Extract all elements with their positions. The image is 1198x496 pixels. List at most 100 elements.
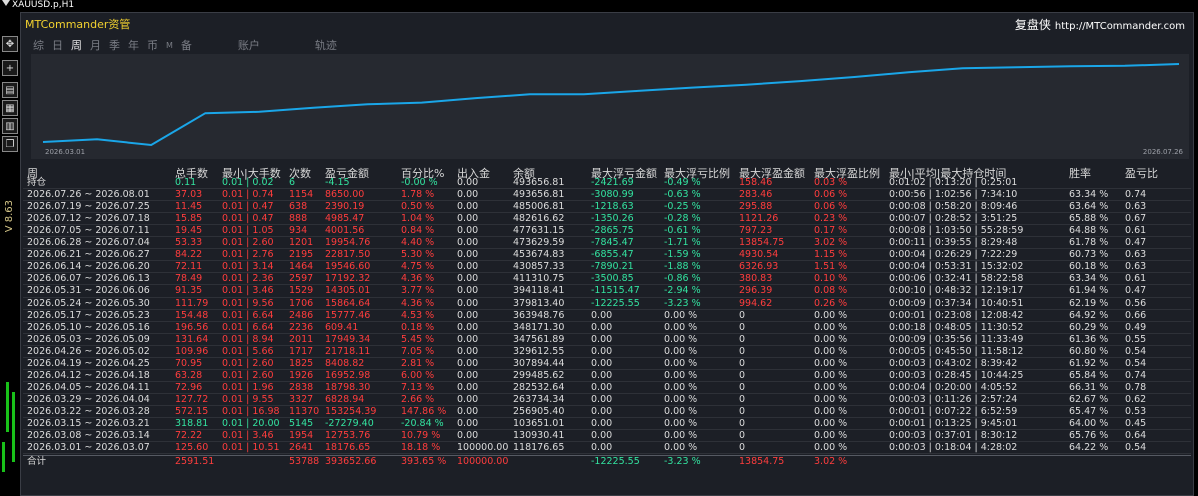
- table-row[interactable]: 2026.03.08 ~ 2026.03.14 72.22 0.01 | 3.46 1…: [23, 430, 1191, 443]
- cell-count: 638: [289, 201, 308, 213]
- tab-year[interactable]: 年: [128, 37, 139, 53]
- cell-minmax: 0.01 | 2.36: [222, 273, 274, 285]
- cell-pct: -20.84 %: [401, 418, 444, 429]
- cell-period: 2026.06.07 ~ 2026.06.13: [27, 273, 150, 285]
- cell-pl: 0.63: [1125, 249, 1147, 261]
- cell-hold: 0:00:05 | 0:45:50 | 11:58:12: [889, 345, 1024, 357]
- window-icon[interactable]: ❐: [2, 136, 18, 152]
- tab-currency[interactable]: 币: [147, 37, 158, 53]
- cell-mfl: 0.00: [591, 418, 613, 429]
- cell-mfp: 0: [739, 309, 746, 321]
- tab-account[interactable]: 账户: [238, 37, 260, 53]
- table-row[interactable]: 2026.06.28 ~ 2026.07.04 53.33 0.01 | 2.60 1…: [23, 237, 1191, 250]
- mt4-chart-title: XAUUSD.p,H1: [2, 0, 74, 11]
- table-row[interactable]: 2026.03.29 ~ 2026.04.04 127.72 0.01 | 9.55…: [23, 394, 1191, 406]
- open-positions-row[interactable]: 持仓 0.11 0.01 | 0.02 6 -4.15 -0.00 % 0.00 493656…: [23, 177, 1191, 190]
- cell-inout: 0.00: [457, 333, 479, 345]
- cell-win: 61.92 %: [1069, 357, 1109, 369]
- table-row[interactable]: 2026.03.22 ~ 2026.03.28 572.15 0.01 | 16.9…: [23, 405, 1191, 419]
- cell-lots: 84.22: [175, 249, 203, 261]
- cell-pct: 0.84 %: [401, 225, 435, 237]
- cell-lots: 111.79: [175, 297, 209, 309]
- cell-hold: 0:00:04 | 0:53:31 | 15:32:02: [889, 261, 1024, 273]
- table-row[interactable]: 2026.05.03 ~ 2026.05.09 131.64 0.01 | 8.94…: [23, 334, 1191, 346]
- cell-mfp: 1121.26: [739, 213, 779, 225]
- cell-count: 2195: [289, 249, 314, 261]
- cell-win: 61.94 %: [1069, 285, 1109, 297]
- cell-win: 60.29 %: [1069, 321, 1109, 333]
- cell-inout: 0.00: [457, 237, 479, 249]
- cell-count: 1464: [289, 261, 314, 273]
- layout-icon[interactable]: ▥: [2, 118, 18, 134]
- equity-chart-svg: [42, 63, 1180, 147]
- dropdown-triangle-icon[interactable]: [2, 0, 10, 6]
- cell-count: 1825: [289, 357, 314, 369]
- cell-pct: 3.77 %: [401, 285, 435, 297]
- table-row[interactable]: 2026.06.14 ~ 2026.06.20 72.11 0.01 | 3.14 1…: [23, 261, 1191, 274]
- brand-url-link[interactable]: http://MTCommander.com: [1055, 21, 1185, 32]
- cell-pct: 4.36 %: [401, 273, 435, 285]
- table-row[interactable]: 2026.03.15 ~ 2026.03.21 318.81 0.01 | 20.0…: [23, 418, 1191, 431]
- tab-month[interactable]: 月: [90, 37, 101, 53]
- grid-icon[interactable]: ▦: [2, 100, 18, 116]
- cell-lots: 19.45: [175, 225, 203, 237]
- tab-week[interactable]: 周: [71, 37, 82, 53]
- cell-balance: 348171.30: [513, 321, 565, 333]
- cell-win: 65.47 %: [1069, 405, 1109, 417]
- cell-pct: 4.40 %: [401, 237, 435, 249]
- cell-period: 2026.04.05 ~ 2026.04.11: [27, 381, 150, 393]
- total-pnl: 393652.66: [325, 456, 377, 468]
- cell-lots: 37.03: [175, 189, 203, 201]
- cell-period: 2026.05.10 ~ 2026.05.16: [27, 321, 150, 333]
- cell-mflp: 0.00 %: [664, 333, 698, 345]
- chart-icon[interactable]: ▤: [2, 82, 18, 98]
- cell-count: 1201: [289, 237, 314, 249]
- tab-day[interactable]: 日: [52, 37, 63, 53]
- cell-mfp: 380.83: [739, 273, 773, 285]
- table-row[interactable]: 2026.04.12 ~ 2026.04.18 63.28 0.01 | 2.60 1…: [23, 370, 1191, 382]
- cell-pct: 0.18 %: [401, 321, 435, 333]
- table-row[interactable]: 2026.07.26 ~ 2026.08.01 37.03 0.01 | 0.74 1…: [23, 189, 1191, 202]
- table-row[interactable]: 2026.04.05 ~ 2026.04.11 72.96 0.01 | 1.96 2…: [23, 382, 1191, 394]
- cell-pnl: -4.15: [325, 177, 350, 188]
- cell-win: 60.80 %: [1069, 345, 1109, 357]
- cell-pl: 0.63: [1125, 201, 1147, 213]
- table-row[interactable]: 2026.05.10 ~ 2026.05.16 196.56 0.01 | 6.64…: [23, 322, 1191, 334]
- table-row[interactable]: 2026.07.19 ~ 2026.07.25 11.45 0.01 | 0.47 6…: [23, 201, 1191, 214]
- cell-period: 2026.05.24 ~ 2026.05.30: [27, 297, 150, 309]
- cell-count: 2597: [289, 273, 314, 285]
- cell-balance: 263734.34: [513, 393, 565, 405]
- tab-note[interactable]: 备: [181, 37, 192, 53]
- tab-magic[interactable]: M: [166, 41, 173, 50]
- cell-hold: 0:00:01 | 0:23:08 | 12:08:42: [889, 309, 1024, 321]
- table-row[interactable]: 2026.06.07 ~ 2026.06.13 78.49 0.01 | 2.36 2…: [23, 273, 1191, 286]
- cell-pl: 0.49: [1125, 321, 1147, 333]
- cell-mflp: -0.63 %: [664, 189, 701, 201]
- table-row[interactable]: 2026.04.19 ~ 2026.04.25 70.95 0.01 | 2.60 1…: [23, 358, 1191, 370]
- cell-pnl: 19546.60: [325, 261, 371, 273]
- cell-mfp: 0: [739, 333, 746, 345]
- table-row[interactable]: 2026.07.05 ~ 2026.07.11 19.45 0.01 | 1.05 9…: [23, 225, 1191, 238]
- cell-period: 2026.04.12 ~ 2026.04.18: [27, 369, 150, 381]
- table-row[interactable]: 2026.05.31 ~ 2026.06.06 91.35 0.01 | 3.46 1…: [23, 285, 1191, 298]
- table-row[interactable]: 2026.03.01 ~ 2026.03.07 125.60 0.01 | 10.5…: [23, 442, 1191, 455]
- table-row[interactable]: 2026.05.24 ~ 2026.05.30 111.79 0.01 | 9.56…: [23, 298, 1191, 310]
- table-row[interactable]: 2026.06.21 ~ 2026.06.27 84.22 0.01 | 2.76 2…: [23, 249, 1191, 262]
- tab-quarter[interactable]: 季: [109, 37, 120, 53]
- cell-minmax: 0.01 | 2.60: [222, 237, 274, 249]
- table-row[interactable]: 2026.04.26 ~ 2026.05.02 109.96 0.01 | 5.66…: [23, 346, 1191, 358]
- move-icon[interactable]: ✥: [2, 36, 18, 52]
- cell-pct: 7.05 %: [401, 345, 435, 357]
- tab-summary[interactable]: 综: [33, 37, 44, 53]
- crosshair-icon[interactable]: +: [2, 60, 18, 76]
- cell-minmax: 0.01 | 2.76: [222, 249, 274, 261]
- cell-mfp: 0: [739, 345, 746, 357]
- cell-mfp: 283.46: [739, 189, 773, 201]
- table-row[interactable]: 2026.05.17 ~ 2026.05.23 154.48 0.01 | 6.64…: [23, 310, 1191, 322]
- candle-bar: [2, 442, 5, 472]
- cell-period: 2026.07.19 ~ 2026.07.25: [27, 201, 150, 213]
- table-row[interactable]: 2026.07.12 ~ 2026.07.18 15.85 0.01 | 0.47 8…: [23, 213, 1191, 226]
- tab-track[interactable]: 轨迹: [315, 37, 337, 53]
- cell-minmax: 0.01 | 1.05: [222, 225, 274, 237]
- cell-mfp: 0: [739, 381, 746, 393]
